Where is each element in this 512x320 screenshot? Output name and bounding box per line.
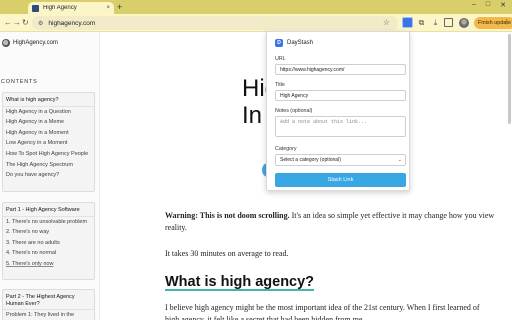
browser-toolbar: ← → ↻ ⚙ highagency.com ☆ ⧉ ⤓ Finish upda… bbox=[0, 14, 512, 32]
daystash-popup: D DayStash URL https://www.highagency.co… bbox=[266, 31, 410, 191]
popup-header: D DayStash bbox=[275, 39, 313, 47]
tab-strip: High Agency × + – □ ✕ bbox=[0, 0, 512, 14]
toc-item[interactable]: High Agency in a Meme bbox=[3, 117, 94, 128]
category-selected-value: Select a category (optional) bbox=[280, 157, 341, 163]
site-favicon-icon bbox=[32, 4, 39, 12]
toc-heading: CONTENTS bbox=[1, 79, 38, 85]
category-label: Category bbox=[275, 146, 297, 152]
minimize-icon[interactable]: – bbox=[472, 1, 476, 9]
brand[interactable]: HighAgency.com bbox=[2, 39, 58, 47]
read-time: It takes 30 minutes on average to read. bbox=[165, 249, 289, 258]
warning-bold-text: Warning: This is not doom scrolling. bbox=[165, 211, 290, 220]
toc-group-part-2: Part 2 - The Highest Agency Human Ever? … bbox=[2, 289, 95, 320]
daystash-extension-icon[interactable] bbox=[402, 17, 413, 28]
daystash-logo-icon: D bbox=[275, 39, 283, 47]
warning-paragraph: Warning: This is not doom scrolling. It'… bbox=[165, 210, 495, 234]
toc-item[interactable]: How To Spot High Agency People bbox=[3, 149, 94, 160]
toc-item[interactable]: 5. There's only now bbox=[3, 259, 94, 270]
toc-item[interactable]: 3. There are no adults bbox=[3, 238, 94, 249]
page-scrollbar[interactable] bbox=[508, 34, 511, 124]
title-label: Title bbox=[275, 82, 285, 88]
notes-label: Notes (optional) bbox=[275, 108, 313, 114]
brand-name: HighAgency.com bbox=[13, 40, 58, 46]
toc-item[interactable]: Low Agency in a Moment bbox=[3, 138, 94, 149]
downloads-icon[interactable]: ⤓ bbox=[430, 17, 441, 28]
toc-item[interactable]: The High Agency Spectrum bbox=[3, 160, 94, 171]
extensions-puzzle-icon[interactable]: ⧉ bbox=[416, 17, 427, 28]
tab-high-agency[interactable]: High Agency × bbox=[28, 2, 114, 14]
toc-item[interactable]: 2. There's no way bbox=[3, 227, 94, 238]
reload-icon[interactable]: ↻ bbox=[22, 17, 29, 29]
new-tab-button[interactable]: + bbox=[117, 2, 122, 12]
browser-menu-icon[interactable]: ⋮ bbox=[503, 18, 510, 26]
url-field[interactable]: https://www.highagency.com/ bbox=[275, 64, 406, 75]
side-panel-icon[interactable] bbox=[444, 18, 453, 27]
toc-item-part-1[interactable]: Part 1 - High Agency Software bbox=[3, 205, 94, 217]
address-bar[interactable]: ⚙ highagency.com ☆ bbox=[32, 16, 398, 30]
brand-logo-icon bbox=[2, 39, 10, 47]
toc-item[interactable]: High Agency in a Moment bbox=[3, 128, 94, 139]
tab-close-icon[interactable]: × bbox=[106, 5, 110, 11]
toc-item-what-is-high-agency[interactable]: What is high agency? bbox=[3, 95, 94, 107]
toc-group-intro: What is high agency? High Agency in a Qu… bbox=[2, 92, 95, 192]
section-heading: What is high agency? bbox=[165, 274, 315, 290]
toc-item[interactable]: High Agency in a Question bbox=[3, 107, 94, 118]
window-controls: – □ ✕ bbox=[472, 1, 506, 9]
chevron-down-icon: ⌄ bbox=[397, 157, 402, 163]
close-window-icon[interactable]: ✕ bbox=[500, 1, 506, 9]
category-select[interactable]: Select a category (optional) ⌄ bbox=[275, 154, 406, 166]
stash-link-button[interactable]: Stash Link bbox=[275, 173, 406, 187]
title-field[interactable]: High Agency bbox=[275, 90, 406, 101]
site-settings-icon[interactable]: ⚙ bbox=[38, 20, 43, 27]
toc-item[interactable]: 4. There's no normal bbox=[3, 248, 94, 259]
url-text[interactable]: highagency.com bbox=[48, 20, 95, 27]
table-of-contents-sidebar: HighAgency.com CONTENTS What is high age… bbox=[0, 32, 100, 320]
back-icon[interactable]: ← bbox=[4, 17, 12, 29]
popup-title: DayStash bbox=[287, 40, 314, 46]
toc-item-part-2[interactable]: Part 2 - The Highest Agency Human Ever? bbox=[3, 292, 94, 311]
tab-title: High Agency bbox=[43, 5, 77, 11]
notes-field[interactable]: Add a note about this link... bbox=[275, 116, 406, 137]
body-paragraph: I believe high agency might be the most … bbox=[165, 303, 480, 320]
toc-group-part-1: Part 1 - High Agency Software 1. There's… bbox=[2, 202, 95, 280]
forward-icon[interactable]: → bbox=[13, 17, 21, 29]
bookmark-star-icon[interactable]: ☆ bbox=[383, 18, 390, 27]
maximize-icon[interactable]: □ bbox=[486, 1, 490, 9]
toc-item[interactable]: Do you have agency? bbox=[3, 170, 94, 181]
toc-item[interactable]: Problem 1: They lived in the bbox=[3, 310, 94, 320]
toc-item[interactable]: 1. There's no unsolvable problem bbox=[3, 217, 94, 228]
web-page: HighAgency.com CONTENTS What is high age… bbox=[0, 32, 512, 320]
profile-avatar[interactable] bbox=[459, 18, 469, 28]
url-label: URL bbox=[275, 56, 286, 62]
